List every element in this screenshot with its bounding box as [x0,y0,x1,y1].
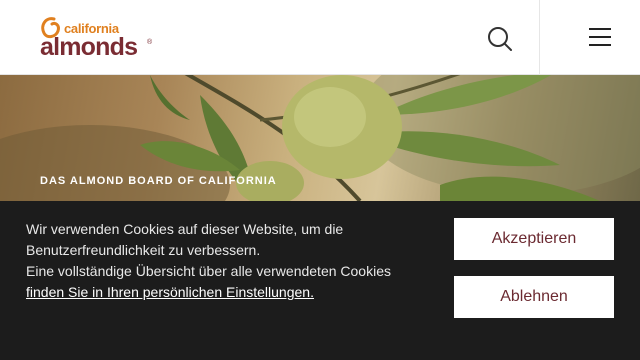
search-button[interactable] [486,25,514,53]
hamburger-menu-icon [589,28,611,30]
hero-banner: DAS ALMOND BOARD OF CALIFORNIA [0,75,640,201]
cookie-message-line2: Eine vollständige Übersicht über alle ve… [26,263,391,279]
cookie-settings-link[interactable]: finden Sie in Ihren persönlichen Einstel… [26,284,314,300]
california-almonds-logo[interactable]: california almonds ® [38,15,154,61]
header-divider [539,0,540,75]
logo-almonds-text: almonds [40,33,138,61]
menu-button[interactable] [589,28,611,48]
accept-cookies-button[interactable]: Akzeptieren [454,218,614,260]
hero-eyebrow-text: DAS ALMOND BOARD OF CALIFORNIA [40,175,277,187]
cookie-message-line1: Wir verwenden Cookies auf dieser Website… [26,221,344,258]
cookie-consent-banner: Wir verwenden Cookies auf dieser Website… [0,201,640,360]
hamburger-line [589,44,611,46]
logo-registered-mark: ® [147,39,153,46]
hamburger-line [589,36,611,38]
site-header: california almonds ® [0,0,640,75]
cookie-message: Wir verwenden Cookies auf dieser Website… [26,219,426,303]
search-icon [488,27,512,51]
decline-cookies-button[interactable]: Ablehnen [454,276,614,318]
